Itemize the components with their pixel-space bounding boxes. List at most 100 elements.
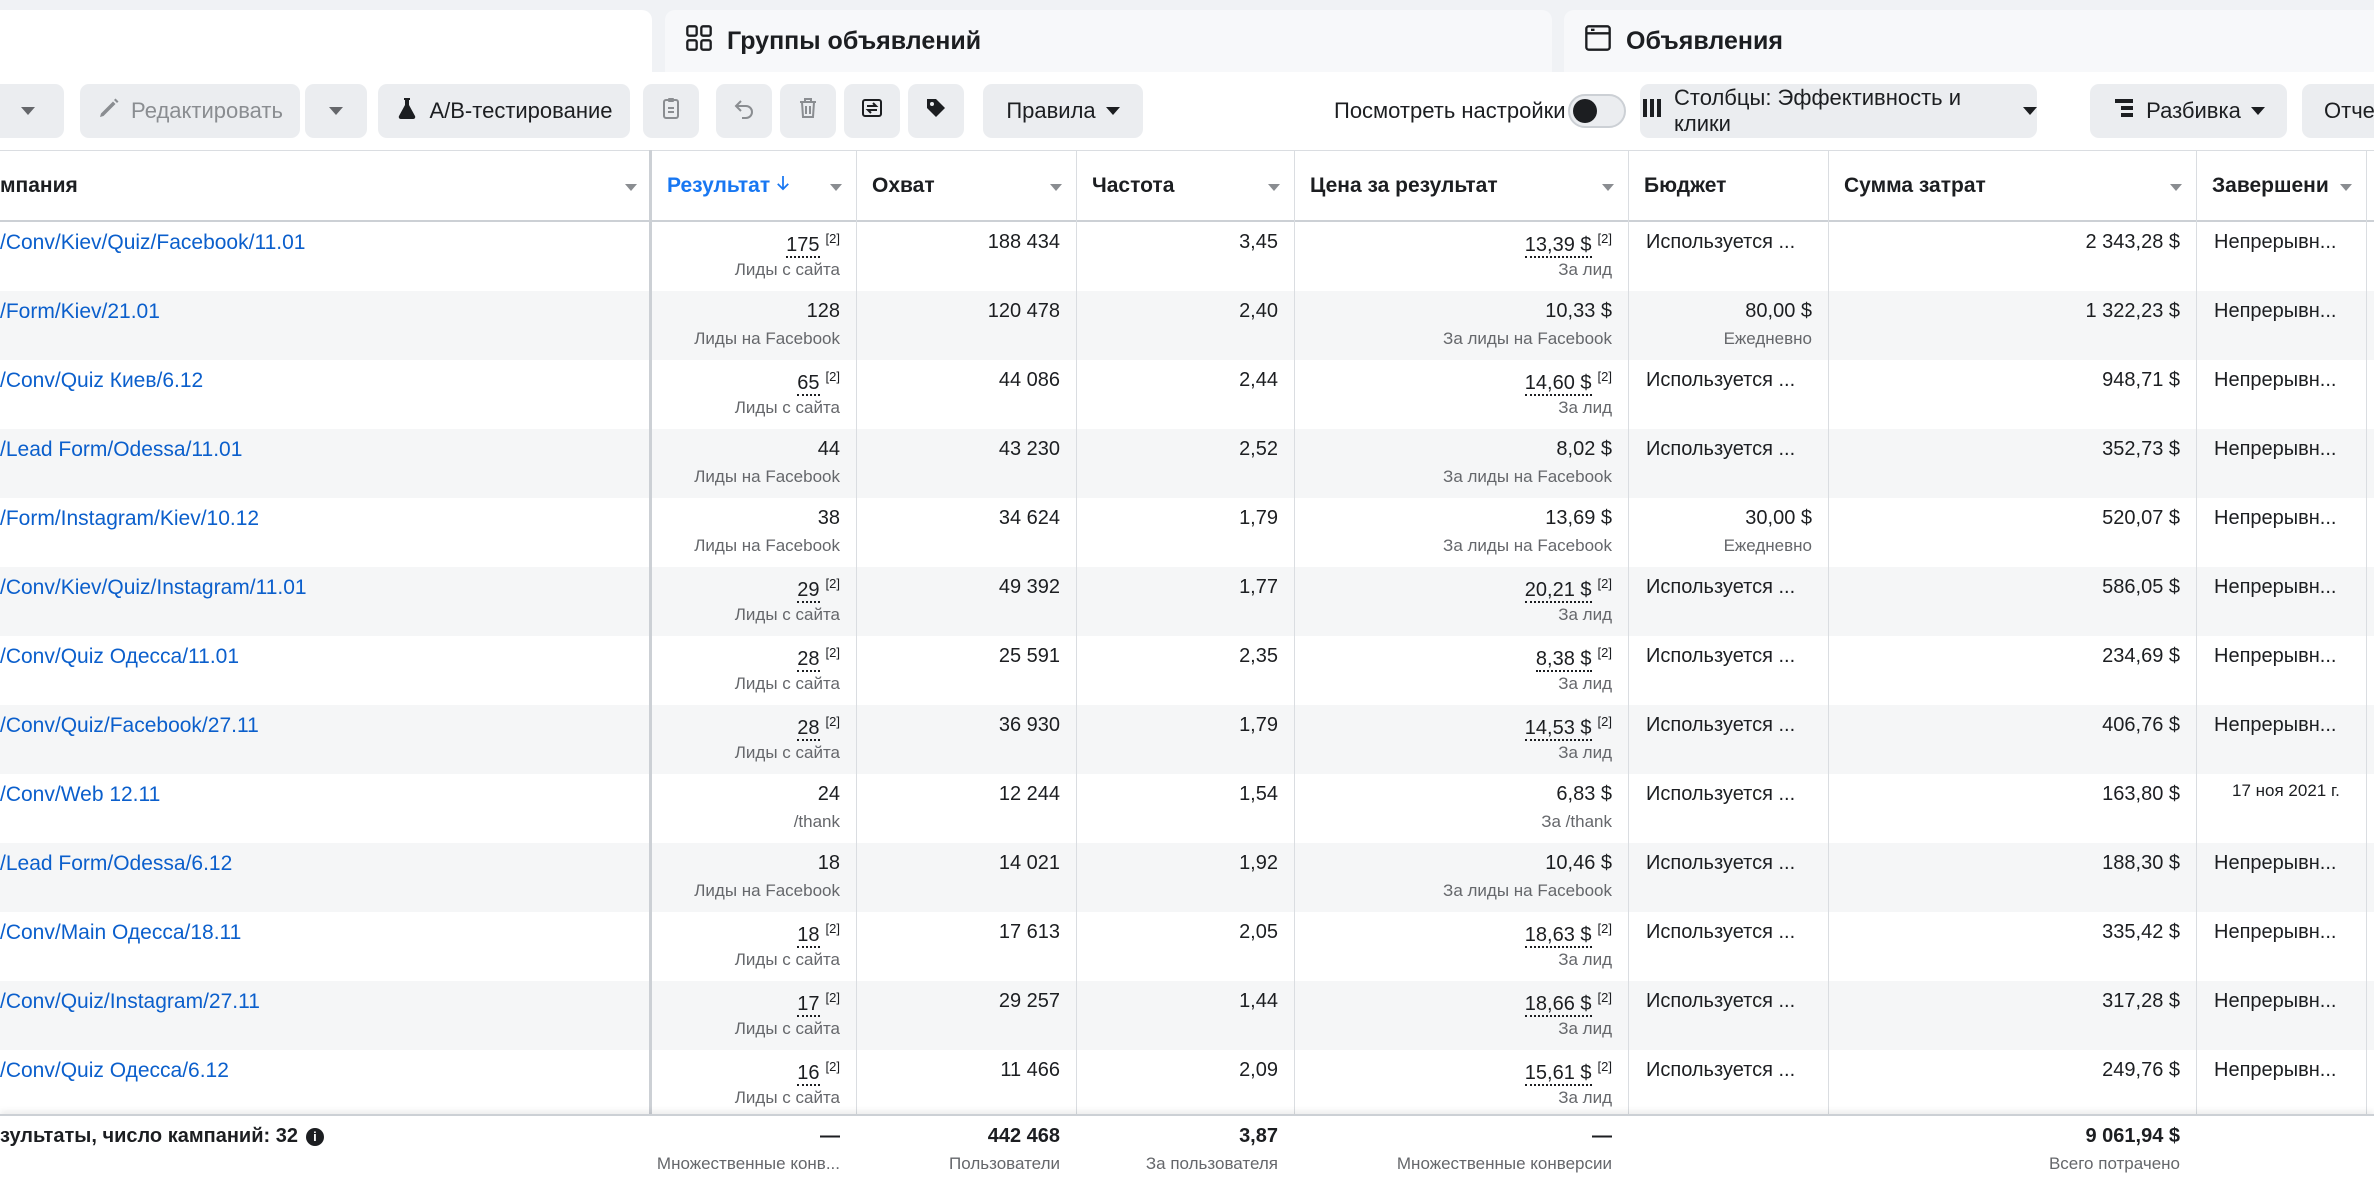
header-result[interactable]: Результат <box>651 151 856 221</box>
header-name[interactable]: мпания <box>0 151 651 221</box>
frequency-cell: 2,05 <box>1076 912 1294 981</box>
result-number[interactable]: 17 <box>797 992 820 1017</box>
campaign-name-cell: /Form/Instagram/Kiev/10.12 <box>0 498 649 567</box>
campaign-name-link[interactable]: /Form/Kiev/21.01 <box>0 300 160 324</box>
reach-value: 44 086 <box>998 369 1060 391</box>
reach-value: 25 591 <box>998 645 1060 667</box>
frequency-value: 2,40 <box>1239 300 1278 322</box>
header-frequency[interactable]: Частота <box>1076 151 1294 221</box>
budget-value[interactable]: Используется ... <box>1646 1059 1795 1082</box>
columns-button[interactable]: Столбцы: Эффективность и клики <box>1640 84 2037 138</box>
budget-value[interactable]: Используется ... <box>1646 921 1795 944</box>
cpr-number[interactable]: 18,66 $ <box>1524 992 1592 1017</box>
tag-button[interactable] <box>908 84 964 138</box>
totals-spend-value: 9 061,94 $ <box>2085 1125 2180 1147</box>
campaign-name-link[interactable]: /Conv/Main Одесса/18.11 <box>0 921 241 945</box>
cpr-cell: 18,66 $ [2] За лид <box>1294 981 1628 1050</box>
result-type: Лиды с сайта <box>734 950 840 969</box>
budget-value[interactable]: Используется ... <box>1646 783 1795 806</box>
table-row: /Lead Form/Odessa/11.01 44 Лиды на Faceboo… <box>0 429 2374 498</box>
spend-cell: 1 322,23 $ <box>1828 291 2196 360</box>
campaign-name-link[interactable]: /Lead Form/Odessa/6.12 <box>0 852 232 876</box>
result-number: 38 <box>817 507 840 529</box>
budget-value[interactable]: 80,00 $ <box>1745 300 1812 323</box>
column-divider[interactable] <box>649 150 652 1196</box>
campaign-name-link[interactable]: /Form/Instagram/Kiev/10.12 <box>0 507 259 531</box>
cpr-number[interactable]: 13,39 $ <box>1524 233 1592 258</box>
campaign-name-cell: /Conv/Quiz Одесса/11.01 <box>0 636 649 705</box>
campaign-name-link[interactable]: /Conv/Quiz Одесса/11.01 <box>0 645 239 669</box>
tab-campaigns[interactable] <box>0 10 652 72</box>
campaign-name-link[interactable]: /Lead Form/Odessa/11.01 <box>0 438 242 462</box>
result-number[interactable]: 28 <box>797 647 820 672</box>
breakdown-button-label: Разбивка <box>2146 98 2241 123</box>
budget-value[interactable]: Используется ... <box>1646 645 1795 668</box>
cpr-number[interactable]: 15,61 $ <box>1524 1061 1592 1086</box>
budget-value[interactable]: Используется ... <box>1646 576 1795 599</box>
create-dropdown-button[interactable] <box>0 84 64 138</box>
budget-value[interactable]: Используется ... <box>1646 852 1795 875</box>
result-type: Лиды с сайта <box>734 398 840 417</box>
tab-adsets[interactable]: Группы объявлений <box>665 10 1552 72</box>
view-settings-toggle[interactable] <box>1568 94 1626 128</box>
campaign-name-cell: /Conv/Quiz Киев/6.12 <box>0 360 649 429</box>
edit-dropdown-button[interactable] <box>305 84 367 138</box>
spend-value: 406,76 $ <box>2102 714 2180 736</box>
cpr-number[interactable]: 14,53 $ <box>1524 716 1592 741</box>
budget-value[interactable]: Используется ... <box>1646 714 1795 737</box>
budget-value[interactable]: Используется ... <box>1646 438 1795 461</box>
spend-value: 163,80 $ <box>2102 783 2180 805</box>
reach-cell: 14 021 <box>856 843 1076 912</box>
breakdown-button[interactable]: Разбивка <box>2090 84 2287 138</box>
result-number[interactable]: 65 <box>797 371 820 396</box>
cpr-number[interactable]: 8,38 $ <box>1535 647 1592 672</box>
campaigns-table: мпания Результат Охват Частота Цена за р… <box>0 150 2374 1196</box>
header-end[interactable]: Завершени <box>2196 151 2366 221</box>
cpr-number: 8,02 $ <box>1556 438 1612 460</box>
frequency-cell: 3,45 <box>1076 222 1294 291</box>
rules-button[interactable]: Правила <box>983 84 1143 138</box>
campaign-name-link[interactable]: /Conv/Web 12.11 <box>0 783 160 807</box>
cpr-number[interactable]: 18,63 $ <box>1524 923 1592 948</box>
delete-button[interactable] <box>780 84 836 138</box>
result-number[interactable]: 28 <box>797 716 820 741</box>
campaign-name-link[interactable]: /Conv/Quiz Одесса/6.12 <box>0 1059 229 1083</box>
campaign-name-link[interactable]: /Conv/Quiz/Instagram/27.11 <box>0 990 260 1014</box>
undo-icon <box>732 96 756 126</box>
campaign-name-link[interactable]: /Conv/Quiz/Facebook/27.11 <box>0 714 259 738</box>
cpr-number[interactable]: 20,21 $ <box>1524 578 1592 603</box>
header-budget[interactable]: Бюджет <box>1628 151 1828 221</box>
table-row: /Conv/Main Одесса/18.11 18 [2] Лиды с сайта… <box>0 912 2374 981</box>
undo-button[interactable] <box>716 84 772 138</box>
frequency-cell: 2,40 <box>1076 291 1294 360</box>
reports-button[interactable]: Отчет <box>2302 84 2374 138</box>
campaign-name-link[interactable]: /Conv/Quiz Киев/6.12 <box>0 369 203 393</box>
header-spend[interactable]: Сумма затрат <box>1828 151 2196 221</box>
ab-test-button[interactable]: A/B-тестирование <box>378 84 630 138</box>
budget-value[interactable]: Используется ... <box>1646 231 1795 254</box>
budget-value[interactable]: 30,00 $ <box>1745 507 1812 530</box>
result-type: Лиды с сайта <box>734 743 840 762</box>
result-value: 17 [2] <box>797 990 840 1017</box>
cpr-cell: 8,02 $ За лиды на Facebook <box>1294 429 1628 498</box>
result-number[interactable]: 175 <box>786 233 820 258</box>
header-reach[interactable]: Охват <box>856 151 1076 221</box>
result-number[interactable]: 18 <box>797 923 820 948</box>
edit-button[interactable]: Редактировать <box>80 84 300 138</box>
toolbar: Редактировать A/B-тестирование Правила П… <box>0 72 2374 150</box>
header-cpr[interactable]: Цена за результат <box>1294 151 1628 221</box>
tab-ads[interactable]: Объявления <box>1564 10 2374 72</box>
budget-cell: Используется ... <box>1628 1050 1828 1119</box>
duplicate-button[interactable] <box>643 84 699 138</box>
campaign-name-link[interactable]: /Conv/Kiev/Quiz/Facebook/11.01 <box>0 231 305 255</box>
totals-frequency-sub: За пользователя <box>1145 1154 1278 1173</box>
result-number[interactable]: 29 <box>797 578 820 603</box>
budget-value[interactable]: Используется ... <box>1646 369 1795 392</box>
budget-value[interactable]: Используется ... <box>1646 990 1795 1013</box>
end-value: Непрерывн... <box>2214 921 2337 943</box>
result-number[interactable]: 16 <box>797 1061 820 1086</box>
export-button[interactable] <box>844 84 900 138</box>
campaign-name-link[interactable]: /Conv/Kiev/Quiz/Instagram/11.01 <box>0 576 307 600</box>
cpr-number[interactable]: 14,60 $ <box>1524 371 1592 396</box>
info-icon[interactable]: i <box>305 1127 324 1146</box>
